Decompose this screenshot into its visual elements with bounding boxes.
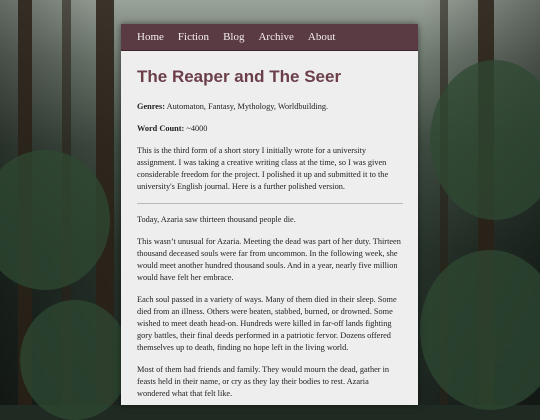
- foliage: [0, 150, 110, 290]
- intro-paragraph: This is the third form of a short story …: [137, 146, 389, 191]
- nav-fiction[interactable]: Fiction: [178, 31, 209, 43]
- story-paragraph: Most of them had friends and family. The…: [137, 365, 390, 398]
- genres-line: Genres: Automaton, Fantasy, Mythology, W…: [137, 101, 403, 113]
- word-count-line: Word Count: ~4000: [137, 123, 403, 135]
- top-nav: Home Fiction Blog Archive About: [121, 24, 418, 51]
- divider: [137, 203, 403, 204]
- word-count-value: ~4000: [186, 124, 208, 133]
- foliage: [20, 300, 130, 420]
- nav-about[interactable]: About: [308, 31, 336, 43]
- nav-home[interactable]: Home: [137, 31, 164, 43]
- article-content: The Reaper and The Seer Genres: Automato…: [121, 51, 418, 400]
- foliage: [420, 250, 540, 410]
- genres-label: Genres:: [137, 102, 165, 111]
- story-paragraph: This wasn’t unusual for Azaria. Meeting …: [137, 237, 401, 282]
- word-count-label: Word Count:: [137, 124, 185, 133]
- article-page: Home Fiction Blog Archive About The Reap…: [121, 24, 418, 405]
- genres-value: Automaton, Fantasy, Mythology, Worldbuil…: [166, 102, 329, 111]
- nav-archive[interactable]: Archive: [258, 31, 293, 43]
- page-title: The Reaper and The Seer: [137, 67, 342, 86]
- nav-blog[interactable]: Blog: [223, 31, 244, 43]
- story-paragraph: Today, Azaria saw thirteen thousand peop…: [137, 215, 296, 224]
- story-paragraph: Each soul passed in a variety of ways. M…: [137, 295, 397, 352]
